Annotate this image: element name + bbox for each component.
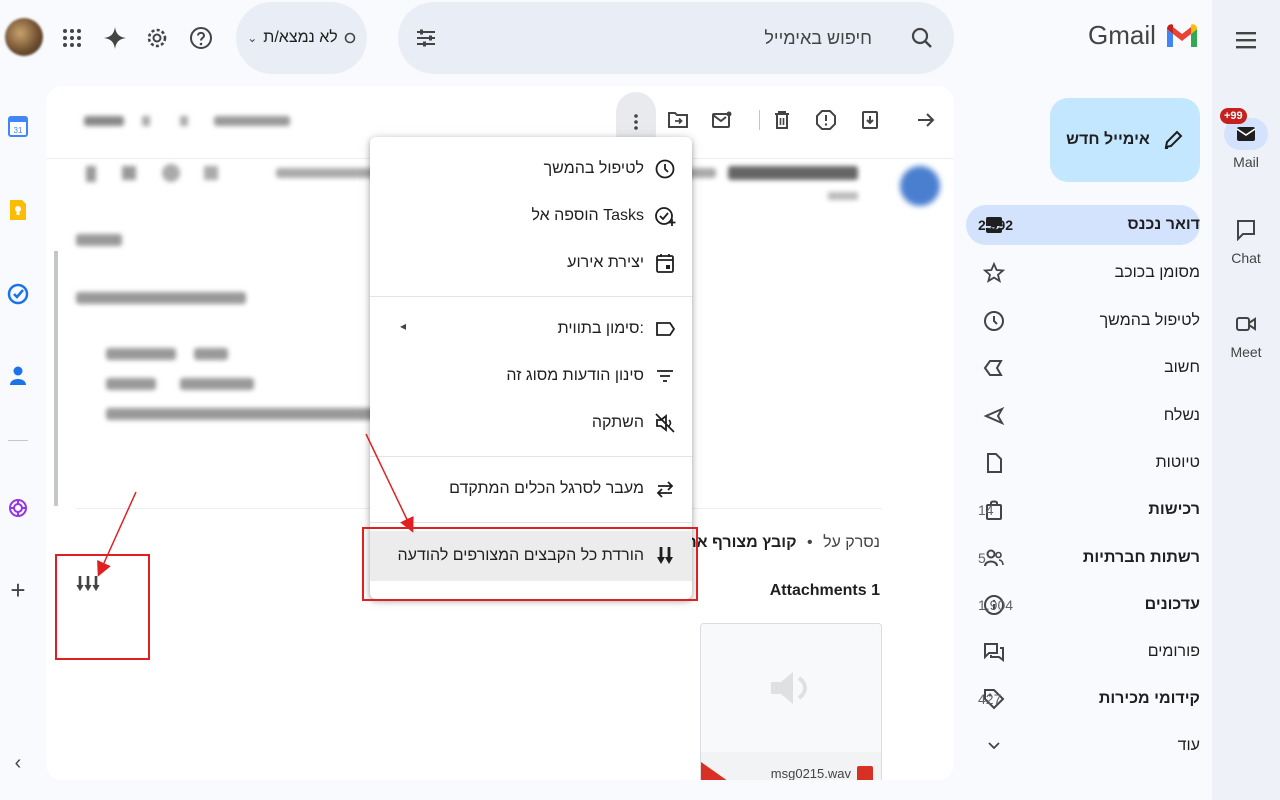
annotation-arrow-menu: [365, 433, 414, 533]
annotation-arrow-icon: [97, 491, 137, 577]
annotation-arrows: [97, 433, 414, 577]
